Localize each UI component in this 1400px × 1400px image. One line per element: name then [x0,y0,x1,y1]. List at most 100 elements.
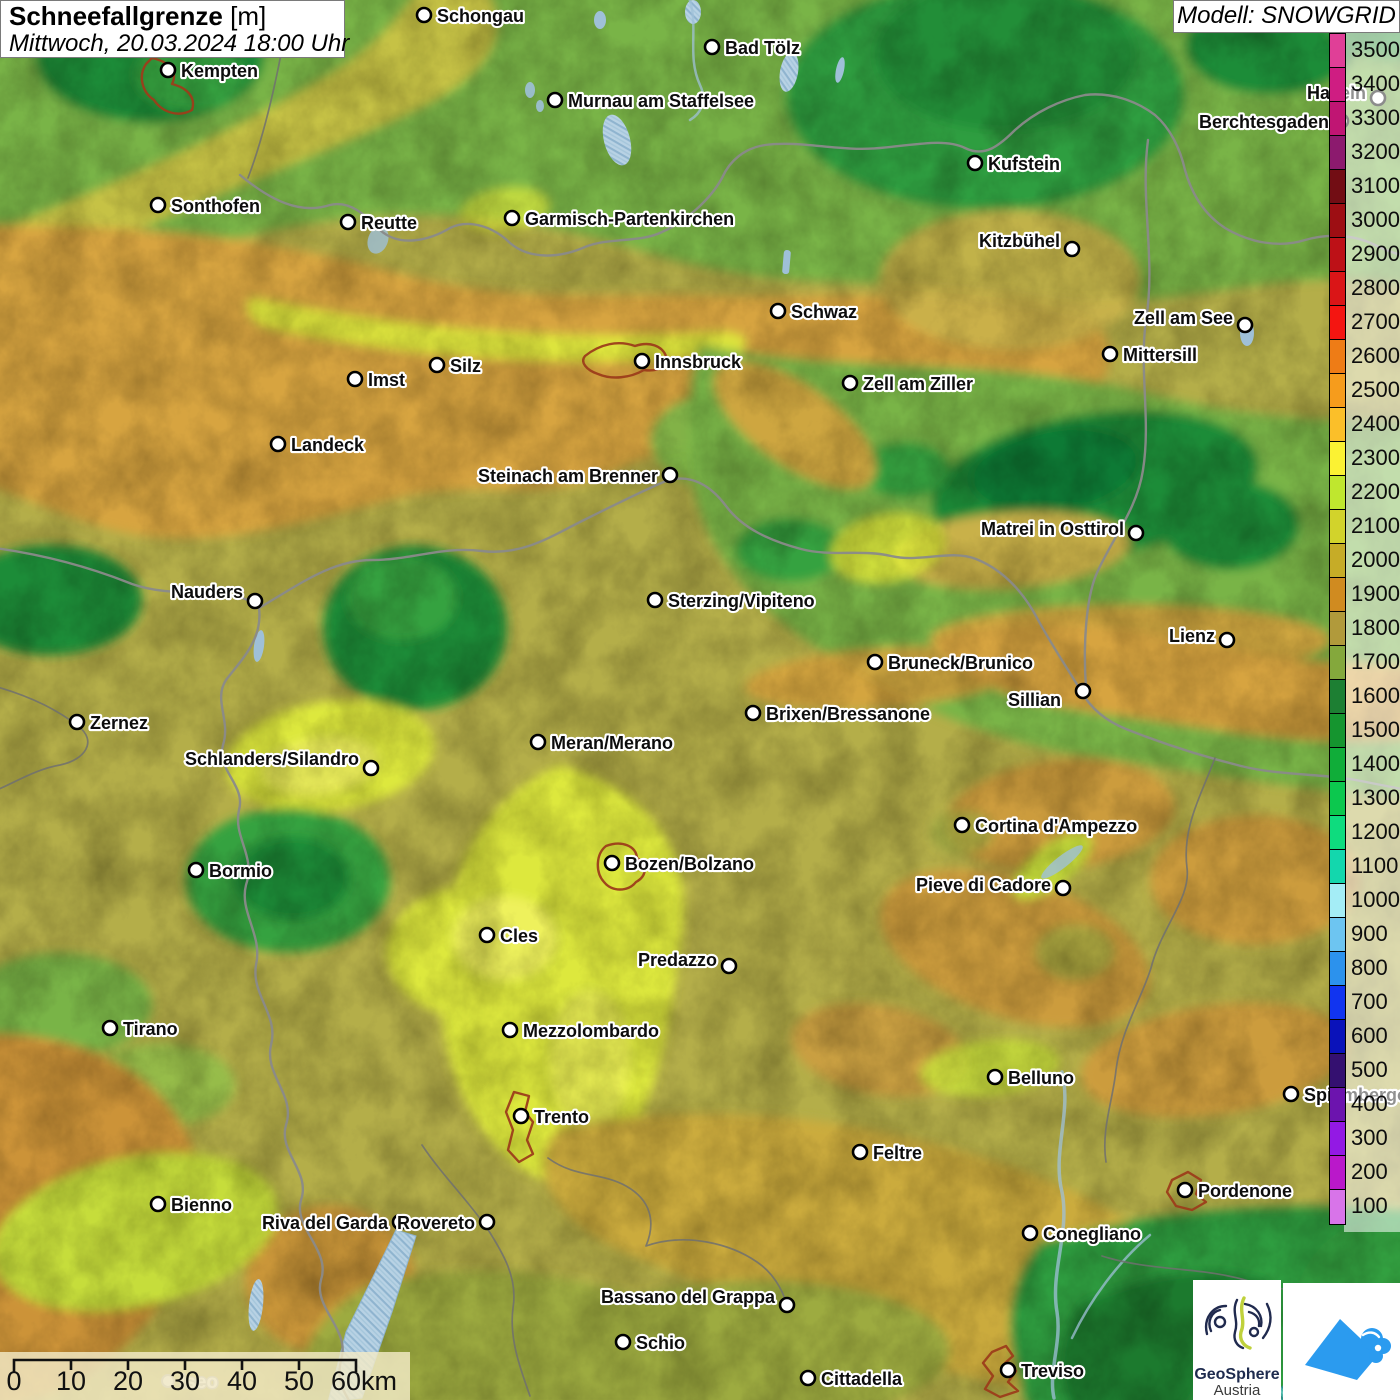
colorbar-segment-1500 [1330,714,1345,748]
city-label: Brixen/Bressanone [766,704,930,724]
city-dot [480,928,494,942]
city-label: Belluno [1008,1068,1074,1088]
city-marker-imst: Imst [348,370,405,390]
city-label: Matrei in Osttirol [981,519,1124,539]
city-marker-garmisch-partenkirchen: Garmisch-Partenkirchen [505,209,734,229]
city-label: Zell am See [1134,308,1233,328]
unit-label: [m] [230,1,266,31]
city-dot [988,1070,1002,1084]
snowfall-limit-map-page: Iseo SchongauBad TölzKemptenMurnau am St… [0,0,1400,1400]
city-dot [746,706,760,720]
city-label: Sterzing/Vipiteno [668,591,815,611]
colorbar-segment-3200 [1330,136,1345,170]
colorbar-tick-1600: 1600 [1351,679,1400,713]
city-label: Riva del Garda [262,1213,389,1233]
city-dot [1103,347,1117,361]
city-label: Reutte [361,213,417,233]
geosphere-logo: GeoSphere Austria [1193,1280,1281,1400]
city-dot [161,63,175,77]
city-dot [341,215,355,229]
city-label: Bad Tölz [725,38,800,58]
city-dot [151,1197,165,1211]
city-label: Landeck [291,435,365,455]
colorbar-segment-3100 [1330,170,1345,204]
mountain-cloud-logo-mark [1283,1283,1400,1400]
colorbar-segment-3400 [1330,68,1345,102]
colorbar-segment-900 [1330,918,1345,952]
colorbar-segment-3300 [1330,102,1345,136]
scale-label-50: 50 [284,1366,314,1397]
page-title: Schneefallgrenze [m] [9,2,336,31]
city-dot [480,1215,494,1229]
scale-label-60-km: 60km [331,1366,397,1397]
colorbar-segment-2000 [1330,544,1345,578]
colorbar [1329,33,1346,1225]
city-label: Garmisch-Partenkirchen [525,209,734,229]
city-label: Murnau am Staffelsee [568,91,754,111]
city-label: Cles [500,926,538,946]
city-marker-mezzolombardo: Mezzolombardo [503,1021,659,1041]
colorbar-segment-3000 [1330,204,1345,238]
city-dot [801,1371,815,1385]
city-marker-silz: Silz [430,356,481,376]
colorbar-tick-400: 400 [1351,1087,1400,1121]
mountain-cloud-logo [1283,1283,1400,1400]
city-label: Pieve di Cadore [916,875,1051,895]
city-marker-matrei-in-osttirol: Matrei in Osttirol [981,519,1143,540]
colorbar-tick-100: 100 [1351,1189,1400,1223]
colorbar-tick-3100: 3100 [1351,169,1400,203]
city-dot [417,8,431,22]
colorbar-tick-1800: 1800 [1351,611,1400,645]
city-dot [531,735,545,749]
colorbar-tick-2300: 2300 [1351,441,1400,475]
city-dot [853,1145,867,1159]
city-label: Sonthofen [171,196,260,216]
city-dot [1284,1087,1298,1101]
colorbar-segment-1000 [1330,884,1345,918]
colorbar-tick-800: 800 [1351,951,1400,985]
city-label: Feltre [873,1143,922,1163]
city-dot [780,1298,794,1312]
city-dot [271,437,285,451]
colorbar-tick-3500: 3500 [1351,33,1400,67]
city-dot [364,761,378,775]
title-box: Schneefallgrenze [m] Mittwoch, 20.03.202… [0,0,345,58]
map: Iseo SchongauBad TölzKemptenMurnau am St… [0,0,1400,1400]
city-label: Kempten [181,61,258,81]
colorbar-tick-3000: 3000 [1351,203,1400,237]
city-label: Imst [368,370,405,390]
colorbar-segment-1900 [1330,578,1345,612]
city-dot [635,354,649,368]
city-dot [771,304,785,318]
colorbar-tick-1700: 1700 [1351,645,1400,679]
city-label: Pordenone [1198,1181,1292,1201]
city-marker-meran-merano: Meran/Merano [531,733,673,753]
colorbar-segment-2200 [1330,476,1345,510]
city-label: Sillian [1008,690,1061,710]
city-dot [430,358,444,372]
city-dot [955,818,969,832]
city-dot [514,1109,528,1123]
city-dot [1178,1183,1192,1197]
colorbar-tick-2200: 2200 [1351,475,1400,509]
city-label: Mittersill [1123,345,1197,365]
geosphere-logo-mark [1193,1280,1281,1360]
city-label: Schio [636,1333,685,1353]
geosphere-logo-country: Austria [1193,1383,1281,1399]
city-dot [616,1335,630,1349]
city-label: Cortina d'Ampezzo [975,816,1137,836]
colorbar-tick-1000: 1000 [1351,883,1400,917]
city-dot [1065,242,1079,256]
colorbar-segment-200 [1330,1156,1345,1190]
colorbar-tick-500: 500 [1351,1053,1400,1087]
colorbar-tick-3300: 3300 [1351,101,1400,135]
colorbar-labels: 3500340033003200310030002900280027002600… [1351,33,1400,1223]
city-dot [1129,526,1143,540]
city-marker-berchtesgaden: Berchtesgaden [1199,112,1348,132]
scale-label-20: 20 [113,1366,143,1397]
colorbar-tick-2800: 2800 [1351,271,1400,305]
city-dot [503,1023,517,1037]
city-marker-pieve-di-cadore: Pieve di Cadore [916,875,1070,895]
scale-label-40: 40 [227,1366,257,1397]
city-dot [248,594,262,608]
